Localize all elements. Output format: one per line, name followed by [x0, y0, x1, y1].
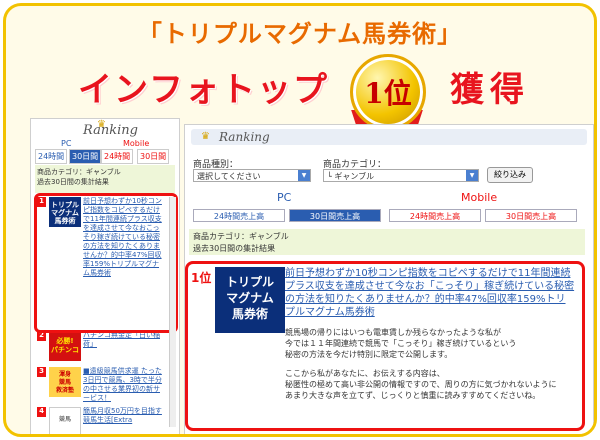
ranking-header: ♛ Ranking: [191, 129, 587, 145]
category-select[interactable]: └ ギャンブル ▼: [323, 169, 479, 182]
tab-mobile-24h[interactable]: 24時間売上高: [389, 209, 481, 222]
scrollbar[interactable]: [169, 197, 176, 427]
product-title-link[interactable]: 前日予想わずか10秒コンピ指数をコピペするだけで11年間連続プラス収支を達成させ…: [285, 267, 575, 319]
rank-badge: 3: [37, 367, 46, 377]
sidebar-ranking-widget: ♛ Ranking PC Mobile 24時間 30日間 24時間 30日間 …: [30, 118, 180, 434]
headline-suffix: 獲得: [450, 70, 530, 110]
product-thumbnail[interactable]: 必勝! パチンコ: [49, 331, 81, 361]
highlight-box: [34, 193, 178, 333]
banner-title: 「トリプルマグナム馬券術」: [137, 20, 463, 48]
first-place-medal: 1位: [350, 54, 426, 130]
list-item[interactable]: 2 必勝! パチンコ パチンコ無金定「白い稲荷」: [37, 331, 167, 363]
product-link[interactable]: 簡馬月収50万円を目指す競馬生活[Extra: [83, 407, 163, 425]
headline: インフォトップ: [78, 70, 329, 110]
tab-pc-24h[interactable]: 24時間売上高: [193, 209, 285, 222]
ranking-logo: Ranking: [83, 123, 138, 138]
category-info: 商品カテゴリ：ギャンブル 過去30日間の集計結果: [189, 229, 585, 255]
pc-label: PC: [277, 191, 292, 204]
mobile-label: Mobile: [461, 191, 498, 204]
medal-text: 1位: [364, 77, 412, 110]
product-link[interactable]: ■遠級競馬供求運 たった3日円で競馬、3時で半分の中させる業界初の新サービス！: [83, 367, 163, 403]
tab-pc-30d[interactable]: 30日間売上高: [289, 209, 381, 222]
tab-mobile-30d[interactable]: 30日間売上高: [485, 209, 577, 222]
tab-mobile-24h[interactable]: 24時間: [101, 149, 134, 164]
list-item[interactable]: 3 渾身 競馬 救済塾 ■遠級競馬供求運 たった3日円で競馬、3時で半分の中させる業…: [37, 367, 167, 402]
product-thumbnail[interactable]: 渾身 競馬 救済塾: [49, 367, 81, 397]
ranking-logo: Ranking: [219, 130, 270, 144]
narrow-down-button[interactable]: 絞り込み: [487, 167, 533, 183]
ranking-page: ♛ Ranking 商品種別： 選択してください ▼ 商品カテゴリ： └ ギャンブ…: [184, 124, 594, 434]
promo-frame: 「トリプルマグナム馬券術」 インフォトップ 1位 獲得 ♛ Ranking PC…: [3, 3, 597, 437]
ranking-tabs: 24時間 30日間 24時間 30日間: [35, 149, 175, 164]
pc-label: PC: [61, 139, 72, 148]
crown-icon: ♛: [201, 131, 210, 142]
rank-label: 1位: [191, 271, 212, 285]
mobile-label: Mobile: [123, 139, 150, 148]
chevron-down-icon: ▼: [466, 170, 478, 181]
tab-mobile-30d[interactable]: 30日間: [137, 149, 170, 164]
product-thumbnail[interactable]: 競馬: [49, 407, 81, 434]
chevron-down-icon: ▼: [298, 170, 310, 181]
tab-pc-30d[interactable]: 30日間: [69, 149, 102, 164]
category-info: 商品カテゴリ：ギャンブル 過去30日間の集計結果: [35, 165, 175, 193]
product-type-select[interactable]: 選択してください ▼: [193, 169, 311, 182]
product-link[interactable]: パチンコ無金定「白い稲荷」: [83, 331, 163, 349]
tab-pc-24h[interactable]: 24時間: [35, 149, 68, 164]
rank-badge: 4: [37, 407, 46, 417]
product-thumbnail[interactable]: トリプル マグナム 馬券術: [215, 267, 285, 333]
product-description: 競馬場の帰りにはいつも電車賃しか残らなかったような私が 今では１１年間連続で競馬…: [285, 328, 557, 400]
list-item[interactable]: 4 競馬 簡馬月収50万円を目指す競馬生活[Extra: [37, 407, 167, 434]
